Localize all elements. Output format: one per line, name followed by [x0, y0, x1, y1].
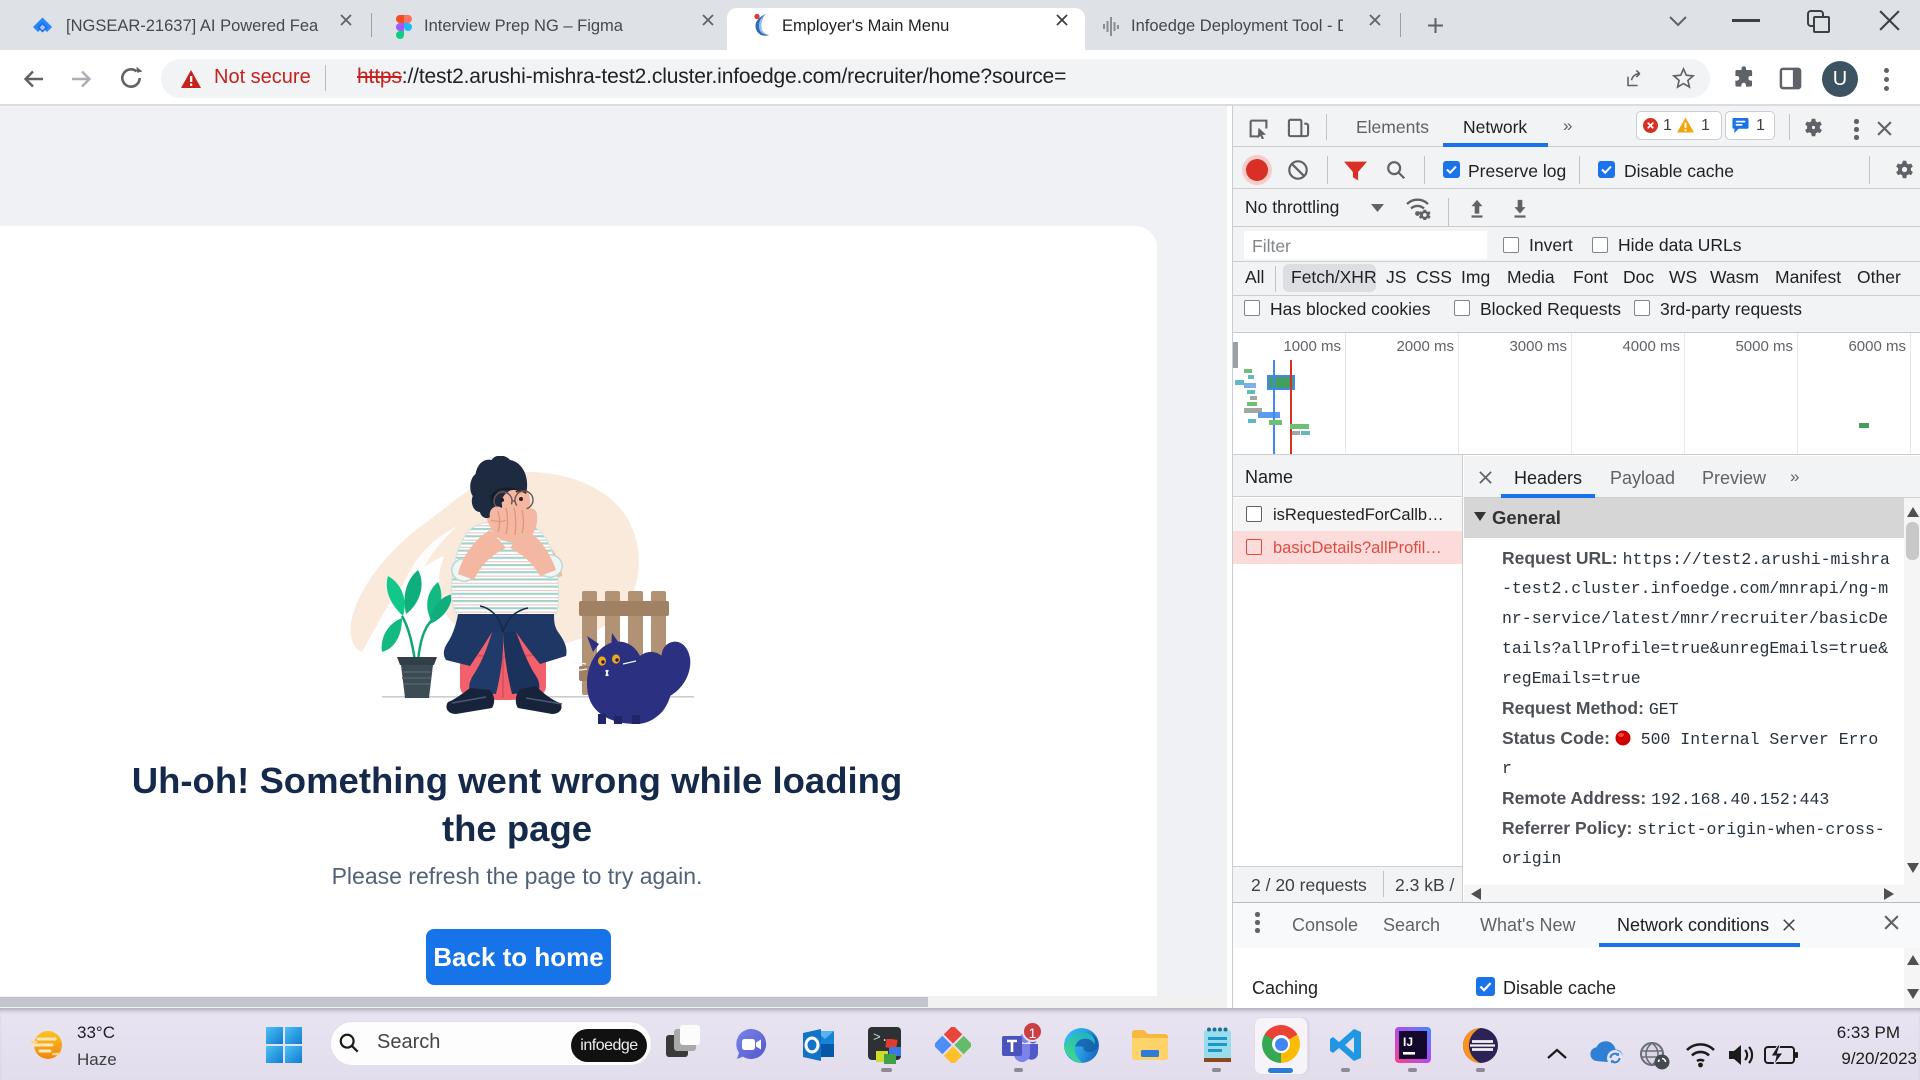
svg-text:IJ: IJ — [1403, 1035, 1413, 1049]
